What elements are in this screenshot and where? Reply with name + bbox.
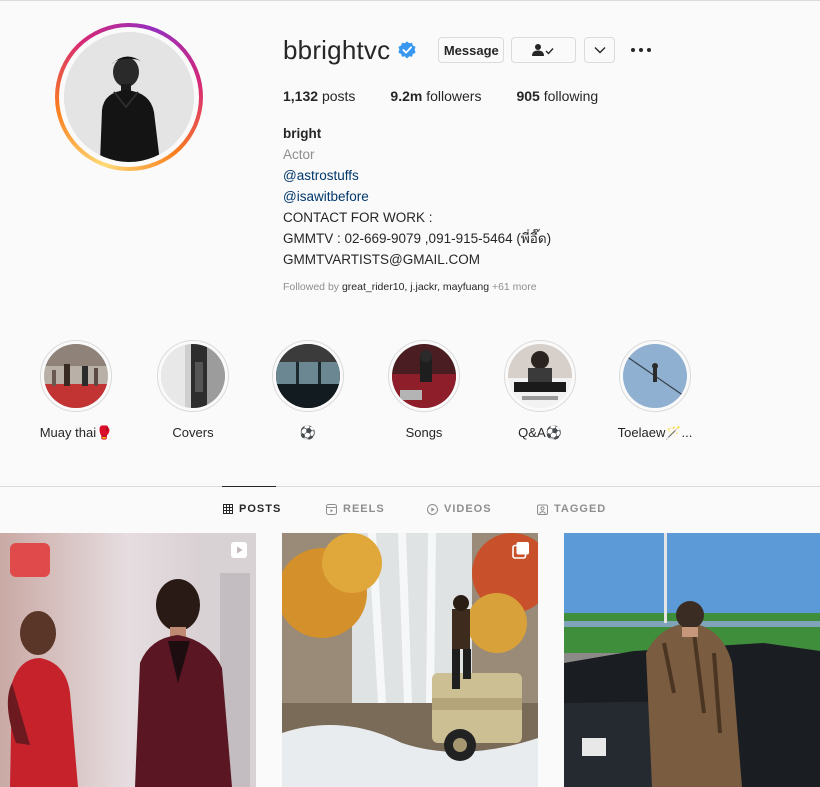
highlight-cover <box>508 344 572 408</box>
highlight-label: ⚽ <box>299 425 317 440</box>
posts-count: 1,132 posts <box>283 88 356 104</box>
highlight-cover <box>623 344 687 408</box>
carousel-icon <box>512 542 529 559</box>
bio-mention-astrostuffs[interactable]: @astrostuffs <box>283 165 551 186</box>
profile-stats: 1,132 posts 9.2m followers 905 following <box>283 88 633 104</box>
avatar-photo <box>64 32 194 162</box>
highlight-cover <box>161 344 225 408</box>
message-button[interactable]: Message <box>438 37 505 63</box>
avatar[interactable] <box>64 32 194 162</box>
post-image <box>0 533 256 787</box>
person-check-icon <box>531 44 554 56</box>
following-button[interactable] <box>511 37 577 63</box>
tagged-user-icon <box>537 504 548 515</box>
tabs-divider <box>0 486 820 487</box>
highlight-label: Muay thai🥊 <box>39 425 113 440</box>
followed-by-names: great_rider10, j.jackr, mayfuang <box>341 281 490 293</box>
tab-reels[interactable]: REELS <box>326 503 385 515</box>
following-link[interactable]: 905 following <box>516 88 598 104</box>
post-thumbnail[interactable] <box>282 533 538 787</box>
bio-phone: GMMTV : 02-669-9079 ,091-915-5464 (พี่อี… <box>283 231 552 246</box>
highlight-item[interactable]: ⚽ <box>253 340 363 441</box>
post-thumbnail[interactable] <box>564 533 820 787</box>
highlight-item[interactable]: Songs <box>369 340 479 440</box>
chevron-down-icon <box>594 47 606 54</box>
highlight-item[interactable]: Q&A⚽ <box>485 340 595 441</box>
grid-icon <box>223 504 233 514</box>
followed-by[interactable]: Followed by great_rider10, j.jackr, mayf… <box>283 281 537 293</box>
highlight-label: Covers <box>172 425 214 440</box>
profile-avatar-story-ring[interactable] <box>55 23 203 171</box>
top-border <box>0 0 820 1</box>
post-thumbnail[interactable] <box>0 533 256 787</box>
highlight-label: Songs <box>405 425 443 440</box>
profile-header-row: bbrightvc Message <box>283 33 653 67</box>
verified-badge-icon <box>398 41 416 59</box>
tab-videos[interactable]: VIDEOS <box>427 503 492 515</box>
highlight-item[interactable]: Toelaew🪄... <box>600 340 710 441</box>
video-icon <box>427 503 438 515</box>
followed-by-more: +61 more <box>491 281 537 293</box>
profile-username: bbrightvc <box>283 34 391 65</box>
highlight-label: Toelaew🪄... <box>617 425 693 440</box>
highlight-item[interactable]: Covers <box>138 340 248 440</box>
highlight-cover <box>392 344 456 408</box>
active-tab-indicator <box>222 486 276 487</box>
suggested-accounts-button[interactable] <box>584 37 616 63</box>
reels-icon <box>326 503 337 515</box>
bio-mention-isawitbefore[interactable]: @isawitbefore <box>283 186 551 207</box>
tab-posts[interactable]: POSTS <box>223 503 281 515</box>
options-button[interactable] <box>629 38 653 62</box>
highlight-item[interactable]: Muay thai🥊 <box>21 340 131 441</box>
bio-email: GMMTVARTISTS@GMAIL.COM <box>283 252 480 267</box>
tab-tagged[interactable]: TAGGED <box>537 503 606 515</box>
highlight-cover <box>276 344 340 408</box>
more-options-icon <box>631 48 652 52</box>
profile-full-name: bright <box>283 126 322 141</box>
profile-category: Actor <box>283 147 315 162</box>
highlight-cover <box>44 344 108 408</box>
post-image <box>282 533 538 787</box>
reel-icon <box>231 542 247 558</box>
bio-contact-heading: CONTACT FOR WORK : <box>283 210 433 225</box>
followers-link[interactable]: 9.2m followers <box>390 88 481 104</box>
highlight-label: Q&A⚽ <box>518 425 562 440</box>
profile-bio: bright Actor @astrostuffs @isawitbefore … <box>283 123 551 270</box>
post-image <box>564 533 820 787</box>
